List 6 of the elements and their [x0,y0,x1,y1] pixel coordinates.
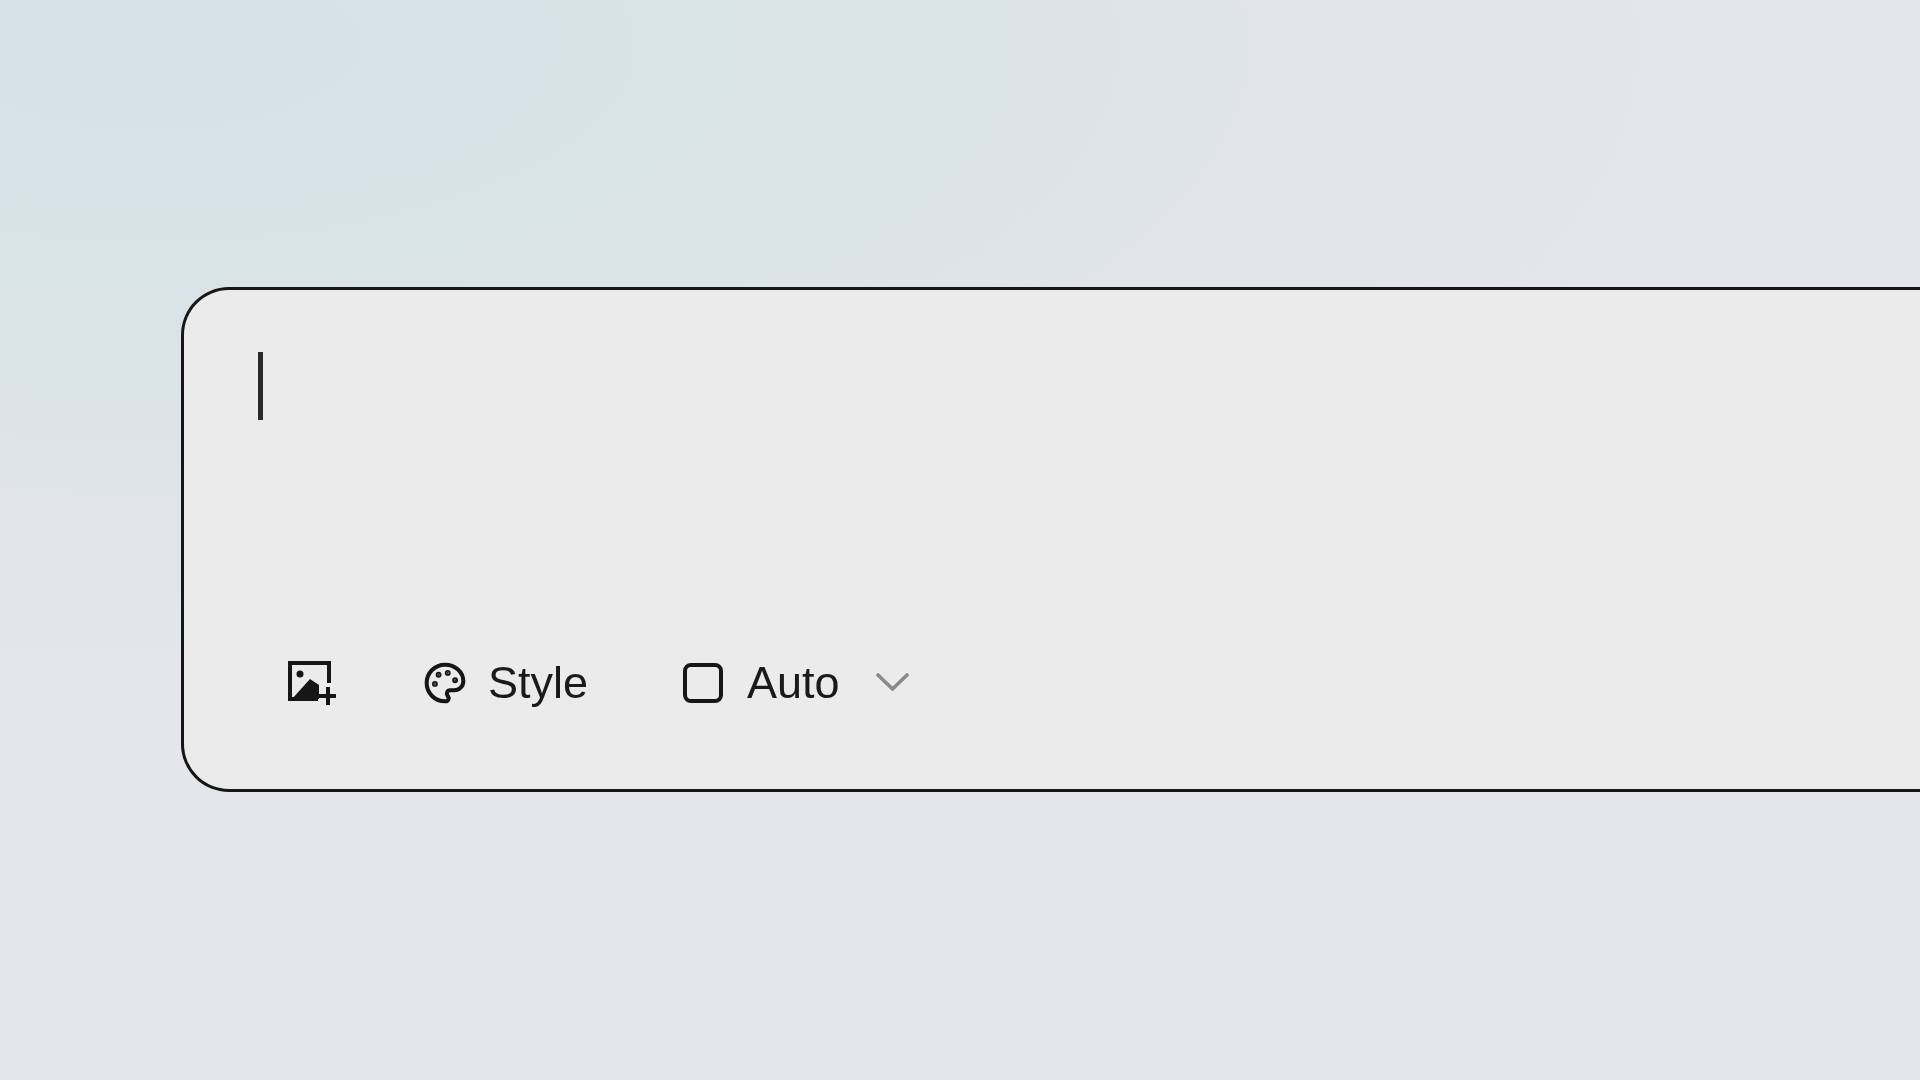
chevron-down-icon [875,673,909,692]
style-button[interactable]: Style [415,652,597,713]
dropdown-button[interactable]: Auto [675,652,917,713]
image-plus-icon [288,660,336,705]
square-icon [683,662,724,703]
palette-icon [423,660,467,705]
